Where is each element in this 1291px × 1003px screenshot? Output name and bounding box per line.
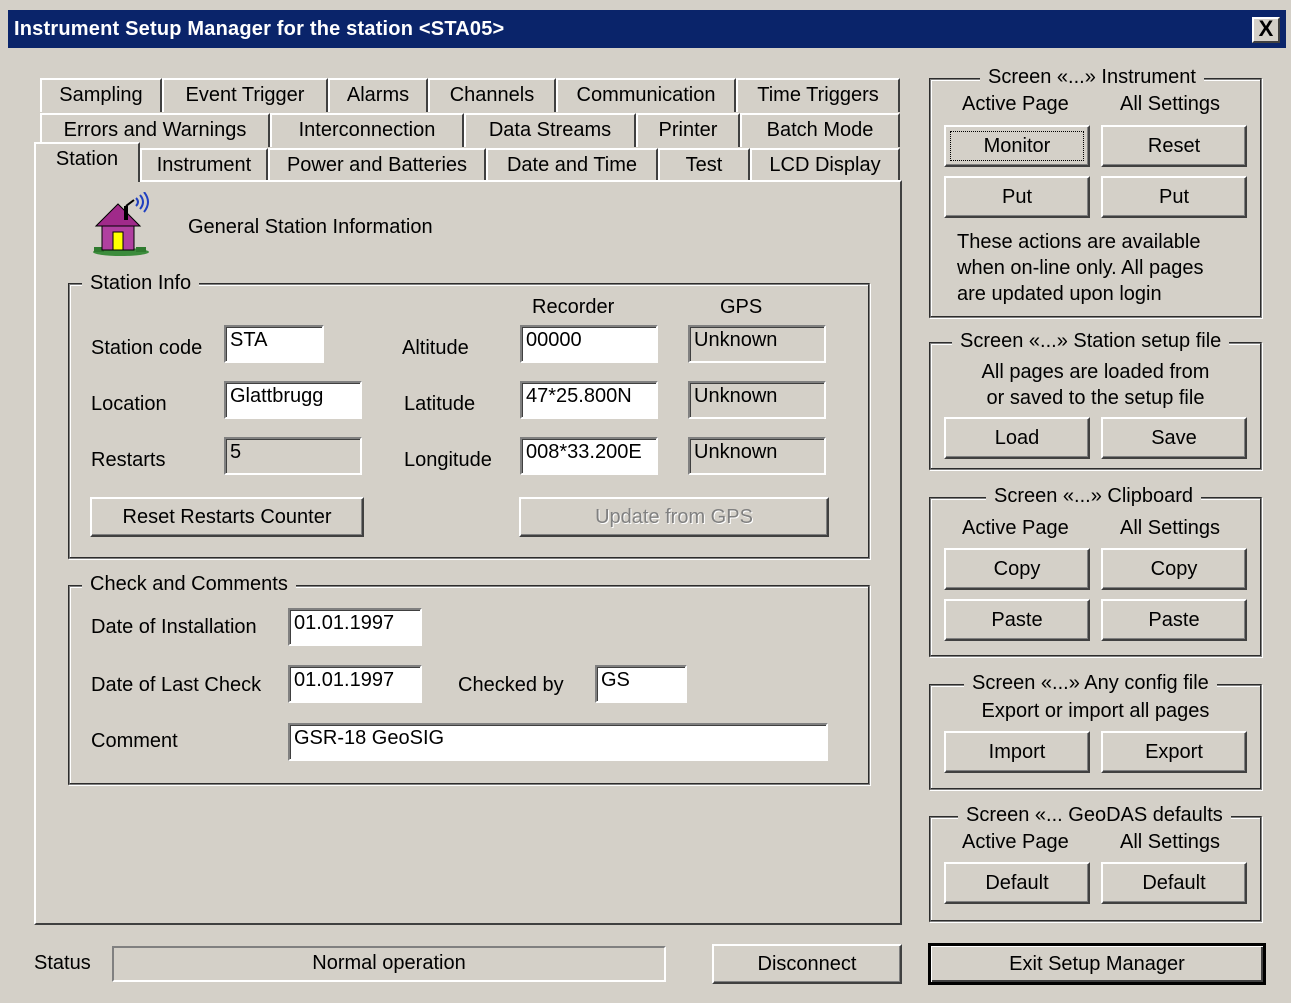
tab-instrument[interactable]: Instrument (140, 148, 268, 182)
location-field[interactable]: Glattbrugg (224, 381, 362, 419)
tab-communication[interactable]: Communication (556, 78, 736, 112)
tab-lcd-display[interactable]: LCD Display (750, 148, 900, 182)
clipboard-all-settings-label: All Settings (1120, 517, 1221, 539)
copy-all-settings-button[interactable]: Copy (1101, 548, 1247, 590)
import-button[interactable]: Import (944, 731, 1090, 773)
tab-interconnection[interactable]: Interconnection (270, 113, 464, 147)
latitude-field[interactable]: 47*25.800N (520, 381, 658, 419)
gps-column-header: GPS (720, 296, 763, 318)
update-from-gps-button[interactable]: Update from GPS (519, 497, 829, 537)
restarts-label: Restarts (91, 449, 166, 471)
paste-all-settings-button[interactable]: Paste (1101, 599, 1247, 641)
instrument-all-settings-label: All Settings (1120, 93, 1221, 115)
tab-power-and-batteries[interactable]: Power and Batteries (268, 148, 486, 182)
tab-alarms[interactable]: Alarms (328, 78, 428, 112)
recorder-column-header: Recorder (532, 296, 615, 318)
altitude-field[interactable]: 00000 (520, 325, 658, 363)
tab-date-and-time[interactable]: Date and Time (486, 148, 658, 182)
date-of-last-check-label: Date of Last Check (91, 674, 262, 696)
date-of-last-check-field[interactable]: 01.01.1997 (288, 665, 422, 703)
tab-time-triggers[interactable]: Time Triggers (736, 78, 900, 112)
check-and-comments-label: Check and Comments (82, 573, 296, 596)
defaults-all-settings-label: All Settings (1120, 831, 1221, 853)
monitor-button[interactable]: Monitor (944, 125, 1090, 167)
setup-file-group-label: Screen «...» Station setup file (952, 330, 1230, 353)
altitude-label: Altitude (402, 337, 469, 359)
save-button[interactable]: Save (1101, 417, 1247, 459)
altitude-gps-field: Unknown (688, 325, 826, 363)
instrument-note: These actions are available when on-line… (957, 229, 1203, 307)
disconnect-button[interactable]: Disconnect (712, 944, 902, 984)
exit-setup-manager-button[interactable]: Exit Setup Manager (928, 943, 1266, 985)
comment-label: Comment (91, 730, 178, 752)
station-info-label: Station Info (82, 272, 200, 295)
location-label: Location (91, 393, 167, 415)
date-of-installation-field[interactable]: 01.01.1997 (288, 608, 422, 646)
latitude-label: Latitude (404, 393, 476, 415)
date-of-installation-label: Date of Installation (91, 616, 257, 638)
status-field: Normal operation (112, 946, 666, 982)
checked-by-field[interactable]: GS (595, 665, 687, 703)
export-button[interactable]: Export (1101, 731, 1247, 773)
default-all-settings-button[interactable]: Default (1101, 862, 1247, 904)
page-heading: General Station Information (188, 216, 433, 238)
setup-file-note-line-2: or saved to the setup file (986, 387, 1205, 409)
longitude-gps-field: Unknown (688, 437, 826, 475)
tab-sampling[interactable]: Sampling (40, 78, 162, 112)
config-file-group-label: Screen «...» Any config file (964, 672, 1217, 695)
house-antenna-icon (88, 191, 154, 258)
latitude-gps-field: Unknown (688, 381, 826, 419)
defaults-active-page-label: Active Page (962, 831, 1069, 853)
copy-active-page-button[interactable]: Copy (944, 548, 1090, 590)
tab-printer[interactable]: Printer (636, 113, 740, 147)
longitude-field[interactable]: 008*33.200E (520, 437, 658, 475)
put-active-page-button[interactable]: Put (944, 176, 1090, 218)
default-active-page-button[interactable]: Default (944, 862, 1090, 904)
defaults-group-label: Screen «... GeoDAS defaults (958, 804, 1231, 827)
paste-active-page-button[interactable]: Paste (944, 599, 1090, 641)
instrument-note-line-2: when on-line only. All pages (957, 257, 1204, 279)
instrument-group-label: Screen «...» Instrument (980, 66, 1204, 89)
config-file-note: Export or import all pages (981, 700, 1210, 722)
instrument-note-line-1: These actions are available (957, 231, 1201, 253)
tab-channels[interactable]: Channels (428, 78, 556, 112)
comment-field[interactable]: GSR-18 GeoSIG (288, 723, 828, 761)
restarts-field: 5 (224, 437, 362, 475)
reset-restarts-counter-button[interactable]: Reset Restarts Counter (90, 497, 364, 537)
tab-station[interactable]: Station (34, 142, 140, 182)
window-title: Instrument Setup Manager for the station… (14, 18, 505, 40)
instrument-note-line-3: are updated upon login (957, 283, 1162, 305)
setup-file-note: All pages are loaded from or saved to th… (929, 359, 1262, 411)
tab-test[interactable]: Test (658, 148, 750, 182)
setup-file-note-line-1: All pages are loaded from (981, 361, 1210, 383)
tab-data-streams[interactable]: Data Streams (464, 113, 636, 147)
instrument-active-page-label: Active Page (962, 93, 1069, 115)
tab-batch-mode[interactable]: Batch Mode (740, 113, 900, 147)
load-button[interactable]: Load (944, 417, 1090, 459)
put-all-settings-button[interactable]: Put (1101, 176, 1247, 218)
clipboard-active-page-label: Active Page (962, 517, 1069, 539)
tab-event-trigger[interactable]: Event Trigger (162, 78, 328, 112)
clipboard-group-label: Screen «...» Clipboard (986, 485, 1202, 508)
checked-by-label: Checked by (458, 674, 564, 696)
station-code-label: Station code (91, 337, 203, 359)
close-button[interactable]: X (1252, 17, 1280, 43)
status-label: Status (34, 952, 91, 974)
reset-button[interactable]: Reset (1101, 125, 1247, 167)
station-code-field[interactable]: STA (224, 325, 324, 363)
longitude-label: Longitude (404, 449, 492, 471)
